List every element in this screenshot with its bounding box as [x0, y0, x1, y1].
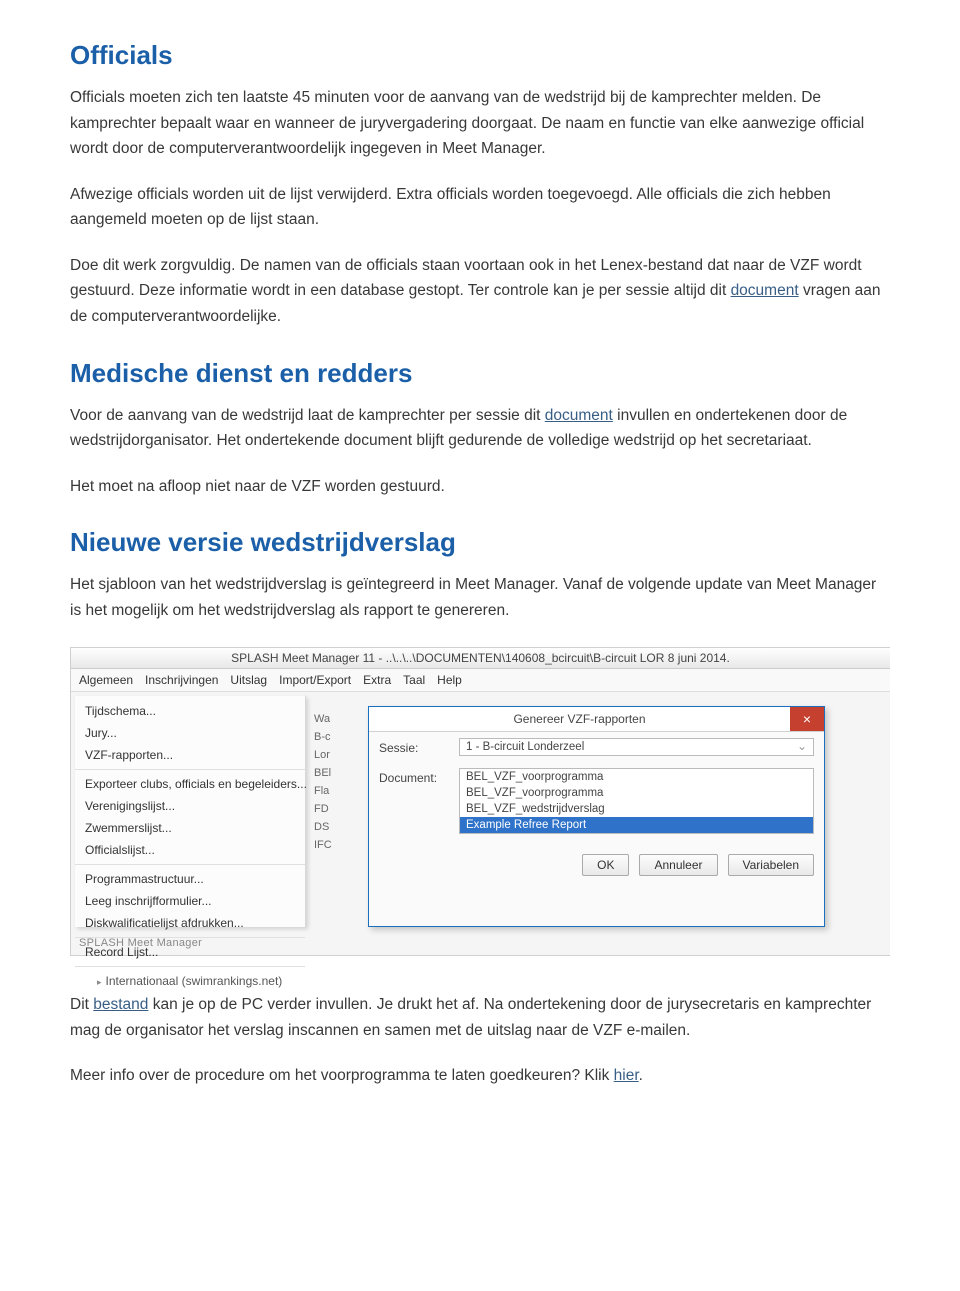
nieuw-p1: Het sjabloon van het wedstrijdverslag is… [70, 572, 890, 623]
variables-button[interactable]: Variabelen [728, 854, 814, 876]
col2-5: FD [314, 800, 354, 818]
nieuw-p3a: Meer info over de procedure om het voorp… [70, 1067, 614, 1084]
vzf-rapporten-dialog: Genereer VZF-rapporten × Sessie: 1 - B-c… [368, 706, 825, 927]
menu-item-vzf-rapporten[interactable]: VZF-rapporten... [75, 744, 305, 766]
bestand-link[interactable]: bestand [93, 996, 148, 1013]
background-column: Wa B-c Lor BEl Fla FD DS IFC [306, 692, 358, 927]
menu-item-officialslijst[interactable]: Officialslijst... [75, 839, 305, 861]
medisch-p1: Voor de aanvang van de wedstrijd laat de… [70, 403, 890, 454]
doc-option-2[interactable]: BEL_VZF_wedstrijdverslag [460, 801, 813, 817]
menu-item-zwemmerslijst[interactable]: Zwemmerslijst... [75, 817, 305, 839]
nieuw-p3b: . [639, 1067, 643, 1084]
col2-4: Fla [314, 782, 354, 800]
document-link-2[interactable]: document [545, 407, 613, 424]
officials-p1: Officials moeten zich ten laatste 45 min… [70, 85, 890, 162]
heading-medisch: Medische dienst en redders [70, 358, 890, 389]
menu-inschrijvingen[interactable]: Inschrijvingen [145, 673, 218, 687]
document-listbox[interactable]: BEL_VZF_voorprogramma BEL_VZF_voorprogra… [459, 768, 814, 834]
col2-7: IFC [314, 836, 354, 854]
menu-uitslag[interactable]: Uitslag [230, 673, 267, 687]
document-link-1[interactable]: document [731, 282, 799, 299]
nieuw-p2a: Dit [70, 996, 93, 1013]
officials-p2: Afwezige officials worden uit de lijst v… [70, 182, 890, 233]
doc-option-0[interactable]: BEL_VZF_voorprogramma [460, 769, 813, 785]
col2-3: BEl [314, 764, 354, 782]
menu-item-internationaal[interactable]: Internationaal (swimrankings.net) [75, 970, 305, 992]
menu-item-diskwalificatie[interactable]: Diskwalificatielijst afdrukken... [75, 912, 305, 934]
sessie-dropdown[interactable]: 1 - B-circuit Londerzeel [459, 738, 814, 756]
menu-item-leeg-inschrijf[interactable]: Leeg inschrijfformulier... [75, 890, 305, 912]
close-button[interactable]: × [790, 707, 824, 731]
medisch-p1a: Voor de aanvang van de wedstrijd laat de… [70, 407, 545, 424]
menu-item-verenigingslijst[interactable]: Verenigingslijst... [75, 795, 305, 817]
medisch-p2: Het moet na afloop niet naar de VZF word… [70, 474, 890, 500]
window-title: SPLASH Meet Manager 11 - ..\..\..\DOCUME… [71, 648, 890, 669]
menu-item-exporteer[interactable]: Exporteer clubs, officials en begeleider… [75, 773, 305, 795]
nieuw-p3: Meer info over de procedure om het voorp… [70, 1063, 890, 1089]
menu-taal[interactable]: Taal [403, 673, 425, 687]
heading-nieuw: Nieuwe versie wedstrijdverslag [70, 527, 890, 558]
col2-0: Wa [314, 710, 354, 728]
ok-button[interactable]: OK [582, 854, 629, 876]
nieuw-p2: Dit bestand kan je op de PC verder invul… [70, 992, 890, 1043]
col2-1: B-c [314, 728, 354, 746]
dropdown-menu: Tijdschema... Jury... VZF-rapporten... E… [75, 696, 306, 927]
dialog-title: Genereer VZF-rapporten [369, 707, 790, 731]
doc-option-1[interactable]: BEL_VZF_voorprogramma [460, 785, 813, 801]
menu-item-record-lijst[interactable]: Record Lijst... [75, 941, 305, 963]
hier-link[interactable]: hier [614, 1067, 639, 1084]
menu-help[interactable]: Help [437, 673, 462, 687]
menu-item-tijdschema[interactable]: Tijdschema... [75, 700, 305, 722]
menu-item-programmastructuur[interactable]: Programmastructuur... [75, 868, 305, 890]
col2-2: Lor [314, 746, 354, 764]
heading-officials: Officials [70, 40, 890, 71]
menu-algemeen[interactable]: Algemeen [79, 673, 133, 687]
col2-6: DS [314, 818, 354, 836]
meet-manager-screenshot: SPLASH Meet Manager 11 - ..\..\..\DOCUME… [70, 647, 890, 956]
document-label: Document: [379, 768, 459, 785]
doc-option-3[interactable]: Example Refree Report [460, 817, 813, 833]
officials-p3: Doe dit werk zorgvuldig. De namen van de… [70, 253, 890, 330]
menu-item-jury[interactable]: Jury... [75, 722, 305, 744]
nieuw-p2b: kan je op de PC verder invullen. Je druk… [70, 996, 871, 1039]
sessie-label: Sessie: [379, 738, 459, 755]
cancel-button[interactable]: Annuleer [639, 854, 717, 876]
menu-extra[interactable]: Extra [363, 673, 391, 687]
menubar: Algemeen Inschrijvingen Uitslag Import/E… [71, 669, 890, 692]
menu-import-export[interactable]: Import/Export [279, 673, 351, 687]
